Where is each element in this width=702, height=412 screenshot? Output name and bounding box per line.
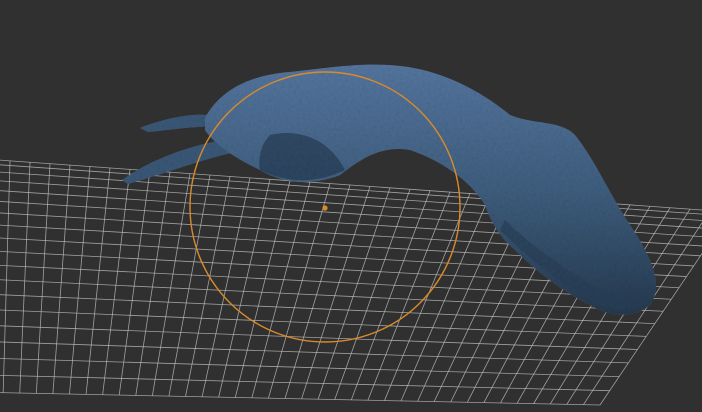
model-body (205, 64, 657, 315)
3d-viewport[interactable] (0, 0, 702, 412)
grid-line (102, 169, 131, 395)
viewport-canvas[interactable] (0, 0, 702, 412)
grid-line (284, 184, 351, 399)
grid-line (19, 162, 31, 394)
grid-line (35, 163, 51, 394)
grid-line (218, 179, 271, 398)
grid-line (334, 189, 411, 400)
grid-line (400, 194, 491, 402)
grid-line (201, 177, 251, 397)
grid-line (185, 176, 231, 397)
pivot-point-icon[interactable] (322, 205, 328, 211)
grid-line (135, 172, 171, 396)
grid-line (367, 191, 451, 401)
grid-line (69, 166, 91, 395)
grid-line (350, 190, 431, 401)
grid-line (251, 182, 311, 398)
grid-line (2, 160, 11, 393)
grid-line (0, 392, 601, 406)
grid-line (317, 187, 391, 400)
grid-line (118, 170, 151, 396)
grid-line (234, 180, 291, 398)
grid-line (301, 186, 371, 399)
grid-line (151, 173, 191, 396)
grid-line (52, 165, 71, 394)
grid-line (268, 183, 331, 399)
